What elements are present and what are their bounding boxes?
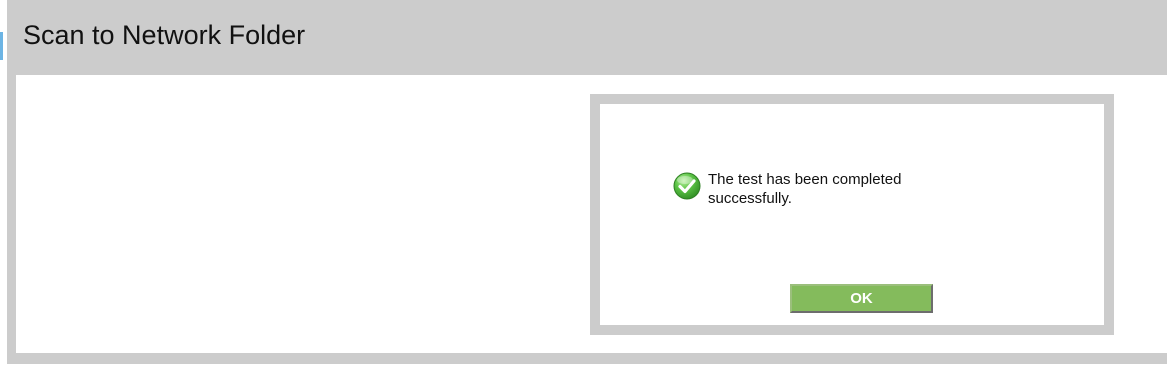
check-circle-icon: [673, 172, 701, 200]
page-title: Scan to Network Folder: [23, 20, 306, 50]
result-message: The test has been completed successfully…: [708, 171, 902, 207]
result-dialog: The test has been completed successfully…: [590, 94, 1114, 335]
main-content: The test has been completed successfully…: [16, 75, 1167, 353]
page: Scan to Network Folder The test has been…: [0, 0, 1167, 387]
result-message-row: The test has been completed successfully…: [672, 170, 948, 208]
ok-button[interactable]: OK: [790, 284, 933, 313]
left-accent-bar: [0, 32, 3, 60]
dialog-body: The test has been completed successfully…: [600, 104, 1104, 325]
page-header: Scan to Network Folder: [7, 0, 1167, 75]
